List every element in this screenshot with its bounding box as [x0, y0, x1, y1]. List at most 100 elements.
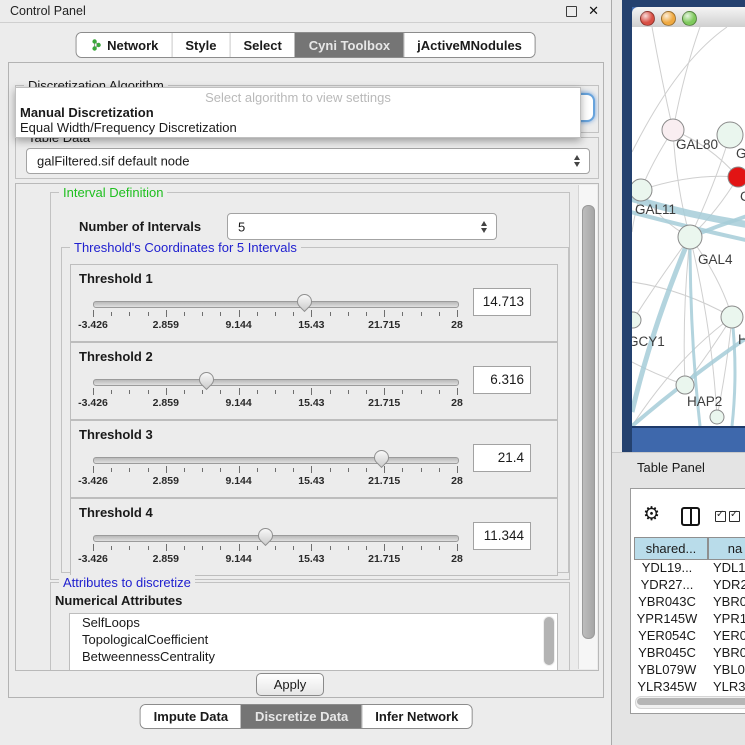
- table-data-group: Table Data galFiltered.sif default node: [15, 137, 599, 179]
- tab-network[interactable]: Network: [76, 33, 171, 57]
- apply-button[interactable]: Apply: [256, 673, 324, 696]
- cell-shared-name: YLR345W: [631, 678, 703, 695]
- slider-track[interactable]: [93, 301, 459, 308]
- tab-select[interactable]: Select: [229, 33, 294, 57]
- axis-tick-label: -3.426: [63, 397, 123, 409]
- network-node[interactable]: [676, 376, 694, 394]
- network-graph: GAL80GACGAL11GAL4GCY1HHAP2: [632, 27, 745, 426]
- slider-tick: [184, 312, 185, 316]
- slider-handle[interactable]: [293, 291, 314, 312]
- tab-style[interactable]: Style: [171, 33, 229, 57]
- list-scrollbar[interactable]: [543, 616, 555, 666]
- close-icon[interactable]: ✕: [588, 3, 599, 19]
- network-node[interactable]: [721, 306, 743, 328]
- attribute-list-item[interactable]: BetweennessCentrality: [70, 648, 557, 665]
- network-node[interactable]: [728, 167, 745, 187]
- axis-tick-label: 9.144: [209, 553, 269, 565]
- close-traffic-icon[interactable]: [640, 11, 655, 26]
- zoom-traffic-icon[interactable]: [682, 11, 697, 26]
- network-node[interactable]: [710, 410, 724, 424]
- table-row[interactable]: YBR043CYBR0: [631, 593, 745, 610]
- columns-icon[interactable]: [681, 507, 700, 526]
- slider-tick: [366, 546, 367, 550]
- table-data-combobox[interactable]: galFiltered.sif default node: [26, 148, 590, 174]
- threshold-value-field[interactable]: 21.4: [473, 444, 531, 472]
- axis-tick-label: 2.859: [136, 475, 196, 487]
- tab-label: Network: [107, 38, 158, 53]
- attribute-list-item[interactable]: SelfLoops: [70, 614, 557, 631]
- slider-tick: [366, 468, 367, 472]
- slider-track[interactable]: [93, 535, 459, 542]
- slider-tick: [421, 546, 422, 550]
- table-row[interactable]: YLR345WYLR3: [631, 678, 745, 695]
- threshold-label: Threshold 3: [79, 427, 153, 442]
- table-row[interactable]: YPR145WYPR1: [631, 610, 745, 627]
- threshold-panel: Threshold 3-3.4262.8599.14415.4321.71528…: [70, 420, 558, 498]
- column-header-1[interactable]: na: [708, 537, 745, 560]
- network-node[interactable]: [632, 312, 641, 328]
- checkbox-icon[interactable]: [729, 511, 740, 522]
- axis-tick-label: 21.715: [354, 553, 414, 565]
- horizontal-scrollbar[interactable]: [635, 696, 745, 709]
- cell-shared-name: YBR045C: [631, 644, 703, 661]
- gear-icon[interactable]: ⚙: [643, 503, 660, 526]
- cell-name: YLR3: [703, 678, 745, 695]
- horizontal-scrollbar-thumb[interactable]: [637, 698, 745, 705]
- axis-tick-label: -3.426: [63, 319, 123, 331]
- slider-tick: [311, 466, 312, 473]
- threshold-value-field[interactable]: 14.713: [473, 288, 531, 316]
- network-node[interactable]: [717, 122, 743, 148]
- slider-track[interactable]: [93, 379, 459, 386]
- vertical-scrollbar-thumb[interactable]: [582, 205, 595, 639]
- interval-definition-title: Interval Definition: [59, 185, 167, 200]
- attribute-list-item[interactable]: TopologicalCoefficient: [70, 631, 557, 648]
- tab-label: Select: [243, 38, 281, 53]
- tab-cyni-toolbox[interactable]: Cyni Toolbox: [295, 33, 403, 57]
- network-window-titlebar[interactable]: [632, 7, 745, 28]
- slider-tick: [202, 312, 203, 316]
- threshold-panel: Threshold 1-3.4262.8599.14415.4321.71528…: [70, 264, 558, 342]
- slider-tick: [384, 544, 385, 551]
- network-view-window[interactable]: GAL80GACGAL11GAL4GCY1HHAP2: [622, 0, 745, 452]
- top-tab-bar: Network Style Select Cyni Toolbox jActiveMNo…: [75, 32, 536, 58]
- tab-discretize-data[interactable]: Discretize Data: [241, 705, 361, 728]
- table-row[interactable]: YER054CYER0: [631, 627, 745, 644]
- cyni-toolbox-panel: Discretization Algorithm Select algorith…: [8, 62, 604, 698]
- tab-impute-data[interactable]: Impute Data: [141, 705, 241, 728]
- table-row[interactable]: YBR045CYBR0: [631, 644, 745, 661]
- node-label: GA: [736, 146, 745, 161]
- column-header-0[interactable]: shared...: [634, 537, 708, 560]
- axis-tick-label: 21.715: [354, 475, 414, 487]
- table-data-combobox-value: galFiltered.sif default node: [37, 154, 189, 169]
- node-label: GAL4: [698, 252, 733, 267]
- float-window-icon[interactable]: [566, 6, 577, 17]
- slider-handle[interactable]: [254, 525, 275, 546]
- network-canvas[interactable]: GAL80GACGAL11GAL4GCY1HHAP2: [632, 27, 745, 426]
- slider-handle[interactable]: [196, 369, 217, 390]
- slider-tick: [439, 390, 440, 394]
- vertical-scrollbar[interactable]: [578, 185, 597, 669]
- axis-tick-label: 2.859: [136, 553, 196, 565]
- numerical-attributes-list[interactable]: SelfLoopsTopologicalCoefficientBetweenne…: [69, 613, 558, 671]
- checkbox-icon[interactable]: [715, 511, 726, 522]
- slider-tick: [111, 546, 112, 550]
- tab-infer-network[interactable]: Infer Network: [361, 705, 471, 728]
- threshold-value-field[interactable]: 6.316: [473, 366, 531, 394]
- number-of-intervals-combobox[interactable]: 5: [227, 213, 497, 240]
- table-row[interactable]: YDL19...YDL1: [631, 559, 745, 576]
- tab-label: Cyni Toolbox: [309, 38, 390, 53]
- network-node[interactable]: [632, 179, 652, 201]
- slider-tick: [348, 390, 349, 394]
- axis-tick-label: 15.43: [281, 553, 341, 565]
- slider-track[interactable]: [93, 457, 459, 464]
- tab-jactivemnodules[interactable]: jActiveMNodules: [403, 33, 535, 57]
- slider-handle[interactable]: [371, 447, 392, 468]
- network-node[interactable]: [678, 225, 702, 249]
- dropdown-option[interactable]: Equal Width/Frequency Discretization: [20, 120, 237, 135]
- table-row[interactable]: YDR27...YDR2: [631, 576, 745, 593]
- dropdown-option[interactable]: Manual Discretization: [20, 105, 154, 120]
- minimize-traffic-icon[interactable]: [661, 11, 676, 26]
- table-row[interactable]: YBL079WYBL0: [631, 661, 745, 678]
- slider-tick: [293, 312, 294, 316]
- threshold-value-field[interactable]: 11.344: [473, 522, 531, 550]
